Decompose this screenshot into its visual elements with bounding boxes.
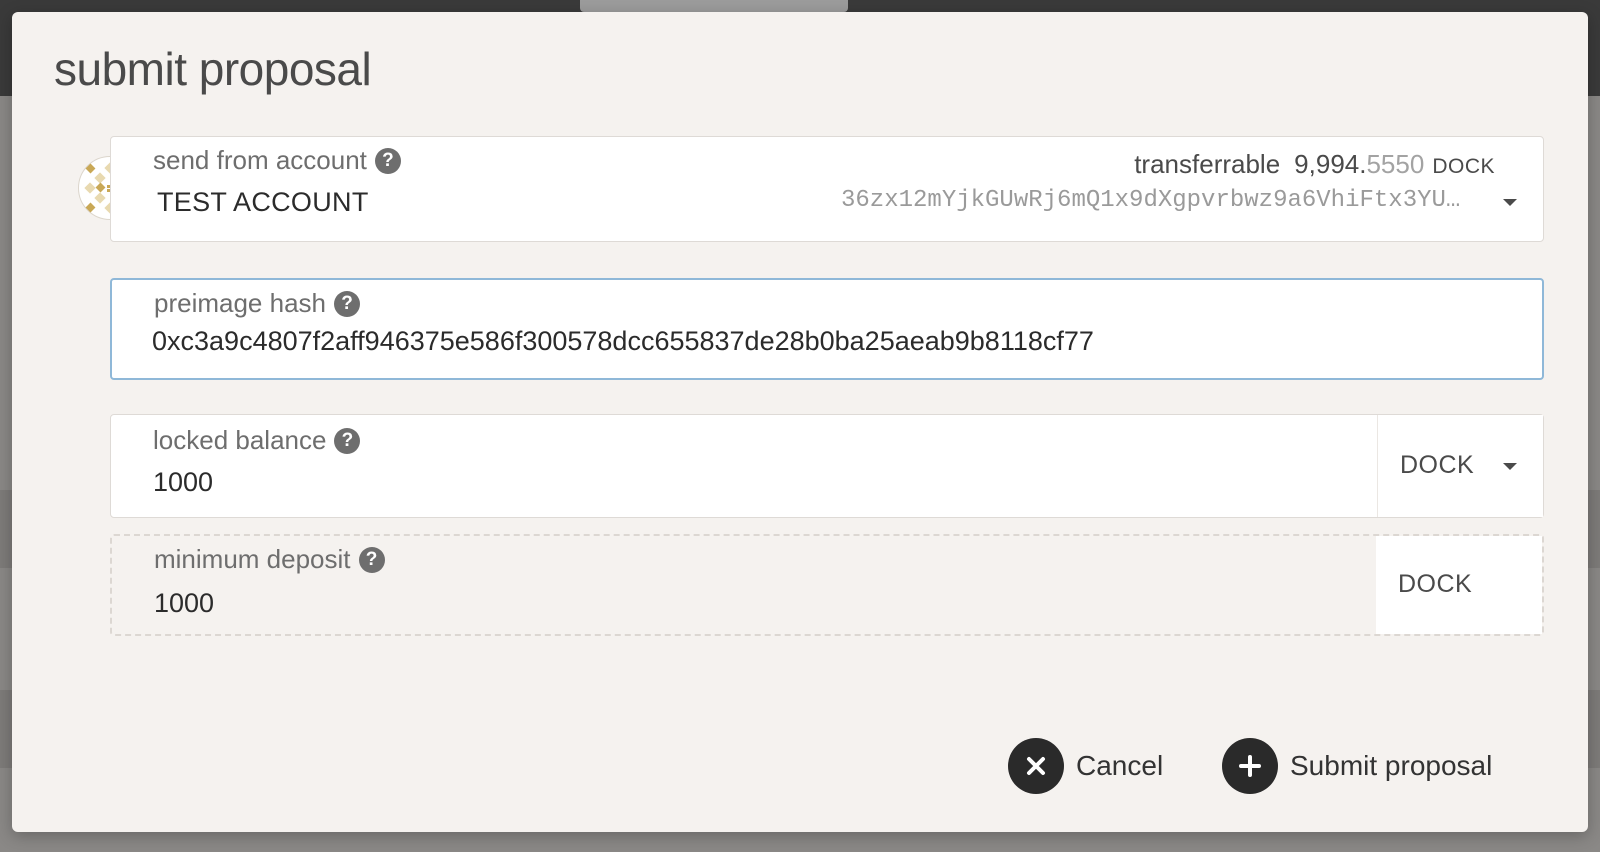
- account-address: 36zx12mYjkGUwRj6mQ1x9dXgpvrbwz9a6VhiFtx3…: [841, 187, 1461, 214]
- transferrable-decimal: 5550: [1366, 149, 1425, 179]
- background-tab: [580, 0, 848, 12]
- locked-balance-unit: DOCK: [1400, 451, 1475, 479]
- send-from-account-dropdown[interactable]: send from account ? TEST ACCOUNT transfe…: [110, 136, 1544, 242]
- minimum-deposit-unit: DOCK: [1398, 570, 1473, 598]
- transferrable-unit: DOCK: [1432, 155, 1495, 178]
- send-from-account-label: send from account ?: [153, 145, 401, 176]
- close-icon: [1008, 738, 1064, 794]
- cancel-button[interactable]: Cancel: [1008, 738, 1163, 794]
- locked-balance-unit-dropdown[interactable]: DOCK: [1377, 415, 1543, 517]
- locked-balance-input[interactable]: 1000: [153, 467, 213, 498]
- account-name: TEST ACCOUNT: [157, 187, 369, 217]
- locked-balance-label: locked balance ?: [153, 425, 361, 456]
- minimum-deposit-field: minimum deposit ? 1000 DOCK: [110, 534, 1544, 636]
- minimum-deposit-label: minimum deposit ?: [154, 544, 385, 575]
- transferrable-integer: 9,994.: [1294, 149, 1367, 179]
- transferrable-label: transferrable: [1134, 149, 1281, 179]
- help-icon[interactable]: ?: [334, 427, 361, 454]
- submit-proposal-button-label: Submit proposal: [1290, 750, 1493, 781]
- help-icon[interactable]: ?: [358, 546, 385, 573]
- minimum-deposit-value: 1000: [154, 588, 215, 618]
- caret-down-icon[interactable]: [1503, 199, 1517, 206]
- preimage-hash-input[interactable]: [152, 326, 1452, 357]
- help-icon[interactable]: ?: [374, 147, 401, 174]
- plus-icon: [1222, 738, 1278, 794]
- cancel-button-label: Cancel: [1076, 750, 1164, 781]
- minimum-deposit-unit-box: DOCK: [1376, 536, 1542, 634]
- preimage-hash-field[interactable]: preimage hash ?: [110, 278, 1544, 380]
- submit-proposal-button[interactable]: Submit proposal: [1222, 738, 1492, 794]
- modal-title: submit proposal: [54, 43, 372, 95]
- locked-balance-field[interactable]: locked balance ? 1000 DOCK: [110, 414, 1544, 518]
- submit-proposal-modal: submit proposal send from account ? TEST…: [12, 12, 1588, 832]
- preimage-hash-label: preimage hash ?: [154, 288, 360, 319]
- help-icon[interactable]: ?: [334, 290, 360, 317]
- caret-down-icon[interactable]: [1503, 463, 1517, 470]
- transferrable-balance: transferrable 9,994.5550 DOCK: [1134, 149, 1495, 180]
